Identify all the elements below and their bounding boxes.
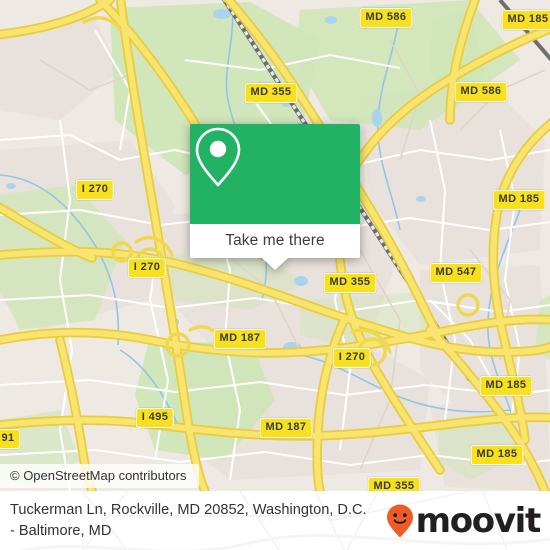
take-me-there-label: Take me there [225, 232, 325, 249]
moovit-smiley-pin-icon [386, 504, 413, 537]
osm-attribution[interactable]: © OpenStreetMap contributors [0, 464, 199, 488]
road-shield: MD 355 [244, 83, 298, 103]
road-shield: I 495 [135, 408, 175, 428]
popup-card-pointer [262, 258, 288, 270]
take-me-there-button[interactable]: Take me there [190, 224, 360, 258]
road-shield: MD 185 [492, 190, 546, 210]
road-shield: MD 586 [454, 82, 508, 102]
address-line-1: Tuckerman Ln, Rockville, MD 20852, Washi… [10, 501, 367, 518]
map-canvas[interactable]: MD 586 MD 185 MD 355 MD 586 MD 185 I 270… [0, 0, 550, 491]
map-pin-icon [195, 127, 241, 187]
road-shield: MD 187 [259, 418, 313, 438]
road-shield: MD 185 [501, 10, 550, 30]
road-shield: MD 355 [323, 273, 377, 293]
popup-card-header [190, 124, 360, 224]
road-shield: I 270 [332, 348, 372, 368]
road-shield: MD 185 [479, 376, 533, 396]
moovit-logo[interactable]: moovit [385, 500, 542, 541]
footer-bar: Tuckerman Ln, Rockville, MD 20852, Washi… [0, 491, 550, 550]
road-shield: 91 [0, 429, 21, 449]
address-text: Tuckerman Ln, Rockville, MD 20852, Washi… [10, 500, 367, 541]
road-shield: MD 547 [429, 263, 483, 283]
location-popup-card[interactable]: Take me there [190, 124, 360, 270]
address-line-2: - Baltimore, MD [10, 522, 112, 539]
road-shield: I 270 [127, 258, 167, 278]
road-shield: I 270 [75, 180, 115, 200]
moovit-wordmark: moovit [415, 500, 542, 541]
road-shield: MD 355 [367, 477, 421, 491]
moovit-map-screenshot: MD 586 MD 185 MD 355 MD 586 MD 185 I 270… [0, 0, 550, 550]
road-shield: MD 187 [213, 329, 267, 349]
road-shield: MD 185 [470, 445, 524, 465]
road-shield: MD 586 [359, 8, 413, 28]
